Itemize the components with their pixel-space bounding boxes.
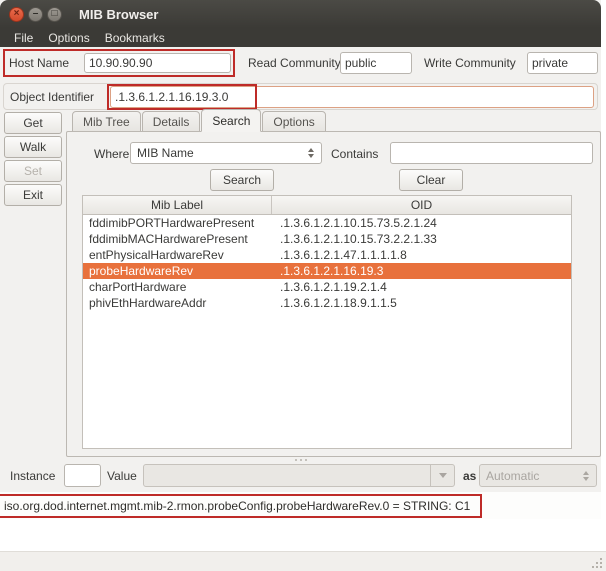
write-community-input[interactable] bbox=[527, 52, 598, 74]
set-button[interactable]: Set bbox=[4, 160, 62, 182]
value-combobox[interactable] bbox=[143, 464, 455, 487]
table-header: Mib Label OID bbox=[83, 196, 571, 215]
splitter-handle[interactable] bbox=[295, 459, 307, 462]
bottom-strip bbox=[0, 551, 606, 571]
table-row[interactable]: fddimibMACHardwarePresent .1.3.6.1.2.1.1… bbox=[83, 231, 571, 247]
app-window: × – □ MIB Browser File Options Bookmarks… bbox=[0, 0, 601, 519]
menubar: File Options Bookmarks bbox=[0, 28, 601, 47]
column-header-mib-label[interactable]: Mib Label bbox=[83, 196, 272, 214]
minimize-icon[interactable]: – bbox=[28, 7, 43, 22]
table-row[interactable]: charPortHardware .1.3.6.1.2.1.19.2.1.4 bbox=[83, 279, 571, 295]
instance-input[interactable] bbox=[64, 464, 101, 487]
tab-search[interactable]: Search bbox=[201, 109, 261, 132]
type-select-value: Automatic bbox=[480, 469, 583, 483]
table-row[interactable]: phivEthHardwareAddr .1.3.6.1.2.1.18.9.1.… bbox=[83, 295, 571, 311]
table-row-selected[interactable]: probeHardwareRev .1.3.6.1.2.1.16.19.3 bbox=[83, 263, 571, 279]
read-community-input[interactable] bbox=[340, 52, 412, 74]
tab-bar: Mib Tree Details Search Options bbox=[72, 109, 327, 132]
titlebar: × – □ MIB Browser bbox=[0, 0, 601, 28]
maximize-icon[interactable]: □ bbox=[47, 7, 62, 22]
column-header-oid[interactable]: OID bbox=[272, 196, 571, 214]
status-text: iso.org.dod.internet.mgmt.mib-2.rmon.pro… bbox=[4, 499, 470, 513]
close-icon[interactable]: × bbox=[9, 7, 24, 22]
resize-grip-icon[interactable] bbox=[590, 556, 602, 568]
table-row[interactable]: entPhysicalHardwareRev .1.3.6.1.2.1.47.1… bbox=[83, 247, 571, 263]
search-button[interactable]: Search bbox=[210, 169, 274, 191]
tab-details[interactable]: Details bbox=[142, 111, 201, 132]
spinner-icon bbox=[583, 471, 589, 481]
as-label: as bbox=[463, 469, 476, 483]
exit-button[interactable]: Exit bbox=[4, 184, 62, 206]
tab-options[interactable]: Options bbox=[262, 111, 325, 132]
contains-input[interactable] bbox=[390, 142, 593, 164]
hostname-input[interactable] bbox=[84, 53, 231, 73]
hostname-label: Host Name bbox=[9, 56, 69, 70]
menu-bookmarks[interactable]: Bookmarks bbox=[99, 31, 171, 45]
menu-options[interactable]: Options bbox=[42, 31, 95, 45]
type-select[interactable]: Automatic bbox=[479, 464, 597, 487]
where-select[interactable]: MIB Name bbox=[130, 142, 322, 164]
get-button[interactable]: Get bbox=[4, 112, 62, 134]
tab-mib-tree[interactable]: Mib Tree bbox=[72, 111, 141, 132]
oid-label: Object Identifier bbox=[10, 90, 94, 104]
menu-file[interactable]: File bbox=[8, 31, 39, 45]
instance-label: Instance bbox=[10, 469, 55, 483]
walk-button[interactable]: Walk bbox=[4, 136, 62, 158]
chevron-down-icon[interactable] bbox=[430, 465, 454, 486]
where-label: Where bbox=[94, 147, 129, 161]
where-select-value: MIB Name bbox=[131, 146, 308, 160]
screen: × – □ MIB Browser File Options Bookmarks… bbox=[0, 0, 606, 571]
value-label: Value bbox=[107, 469, 137, 483]
clear-button[interactable]: Clear bbox=[399, 169, 463, 191]
table-row[interactable]: fddimibPORTHardwarePresent .1.3.6.1.2.1.… bbox=[83, 215, 571, 231]
results-table: Mib Label OID fddimibPORTHardwarePresent… bbox=[82, 195, 572, 449]
contains-label: Contains bbox=[331, 147, 378, 161]
read-community-label: Read Community bbox=[248, 56, 341, 70]
window-title: MIB Browser bbox=[79, 7, 158, 22]
write-community-label: Write Community bbox=[424, 56, 516, 70]
spinner-icon bbox=[308, 148, 314, 158]
oid-input[interactable] bbox=[110, 86, 594, 108]
